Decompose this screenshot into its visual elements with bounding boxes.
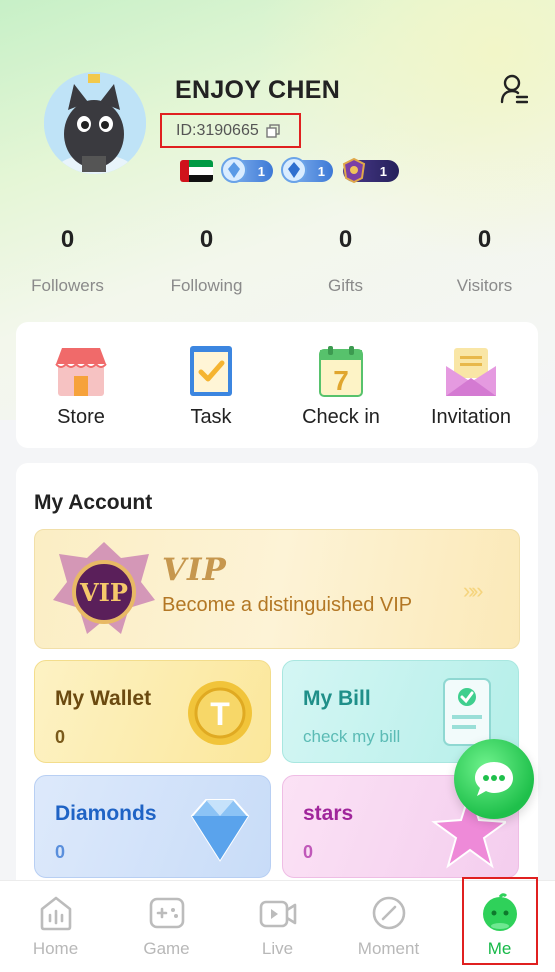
- quick-action-check-in[interactable]: 7 Check in: [276, 322, 406, 448]
- tab-label: Moment: [357, 939, 420, 958]
- task-icon: [190, 346, 232, 396]
- tile-title: Diamonds: [55, 802, 157, 825]
- vip-banner[interactable]: VIP VIP Become a distinguished VIP »»: [34, 529, 520, 649]
- gold-coin-icon: T: [188, 681, 252, 745]
- level-badge-value: 1: [257, 163, 265, 179]
- svg-text:T: T: [210, 696, 230, 732]
- tab-moment[interactable]: Moment: [333, 881, 444, 972]
- selection-highlight: [462, 877, 538, 965]
- vip-badge-text: VIP: [79, 578, 128, 607]
- copy-icon[interactable]: [266, 123, 280, 138]
- avatar[interactable]: [44, 72, 146, 174]
- tile-value: 0: [55, 842, 66, 862]
- level-badge-value: 1: [317, 163, 325, 179]
- stat-value: 0: [199, 226, 214, 253]
- stat-visitors[interactable]: 0 Visitors: [415, 226, 554, 296]
- quick-action-label: Check in: [302, 406, 380, 428]
- chat-button[interactable]: [454, 739, 534, 819]
- tab-label: Home: [32, 939, 79, 958]
- stat-label: Followers: [31, 276, 104, 295]
- stat-value: 0: [338, 226, 353, 253]
- compass-icon: [372, 896, 405, 930]
- chat-bubble-icon: [475, 762, 513, 796]
- tile-value: 0: [55, 727, 66, 747]
- tile-value: 0: [303, 842, 314, 862]
- my-wallet-tile[interactable]: My Wallet 0 T: [34, 660, 271, 763]
- user-id-box[interactable]: ID:3190665: [160, 113, 301, 148]
- envelope-icon: [446, 348, 496, 396]
- video-camera-icon: [259, 900, 296, 928]
- quick-actions-card: Store Task 7 Check in Invitation: [16, 322, 538, 448]
- vip-subtitle: Become a distinguished VIP: [162, 594, 413, 616]
- stat-label: Gifts: [328, 276, 363, 295]
- blue-gem-badge-icon: [221, 157, 247, 183]
- store-icon: [55, 348, 107, 396]
- vip-title: VIP: [162, 552, 227, 588]
- user-name: ENJOY CHEN: [175, 76, 341, 104]
- quick-action-label: Invitation: [430, 406, 512, 428]
- tab-label: Game: [143, 939, 190, 958]
- black-cat-avatar-icon: [44, 72, 146, 174]
- tab-live[interactable]: Live: [222, 881, 333, 972]
- uae-flag-icon: [180, 160, 213, 182]
- tab-label: Live: [261, 939, 294, 958]
- stat-label: Following: [170, 276, 243, 295]
- blue-gem-badge-icon: [281, 157, 307, 183]
- quick-action-label: Store: [57, 406, 105, 428]
- stat-followers[interactable]: 0 Followers: [0, 226, 137, 296]
- section-title: My Account: [34, 491, 153, 514]
- vip-emblem-icon: VIP: [53, 542, 155, 634]
- stat-label: Visitors: [456, 276, 513, 295]
- purple-crest-badge-icon: [342, 157, 366, 184]
- stats-row: 0 Followers 0 Following 0 Gifts 0 Visito…: [0, 226, 555, 296]
- level-badge: 1: [342, 157, 399, 184]
- tile-subtitle: check my bill: [303, 727, 401, 746]
- quick-action-invitation[interactable]: Invitation: [406, 322, 536, 448]
- quick-action-store[interactable]: Store: [16, 322, 146, 448]
- chevrons-right-icon: »»: [463, 578, 484, 603]
- calendar-icon: 7: [319, 346, 363, 397]
- stat-following[interactable]: 0 Following: [137, 226, 276, 296]
- quick-action-task[interactable]: Task: [146, 322, 276, 448]
- tile-title: My Bill: [303, 687, 371, 710]
- home-icon: [40, 896, 71, 931]
- stat-value: 0: [477, 226, 492, 253]
- diamond-icon: [190, 799, 250, 862]
- level-badge: 1: [221, 157, 273, 183]
- gamepad-icon: [149, 897, 184, 929]
- tile-title: stars: [303, 802, 354, 825]
- stat-gifts[interactable]: 0 Gifts: [276, 226, 415, 296]
- tab-home[interactable]: Home: [0, 881, 111, 972]
- tab-game[interactable]: Game: [111, 881, 222, 972]
- edit-profile-icon[interactable]: [500, 73, 529, 105]
- level-badge-value: 1: [379, 163, 387, 179]
- svg-text:7: 7: [333, 365, 349, 396]
- level-badge: 1: [281, 157, 333, 183]
- my-account-card: My Account VIP VIP Become a distinguishe…: [16, 463, 538, 903]
- diamonds-tile[interactable]: Diamonds 0: [34, 775, 271, 878]
- tile-title: My Wallet: [55, 687, 152, 710]
- stat-value: 0: [60, 226, 75, 253]
- quick-action-label: Task: [190, 406, 232, 428]
- badge-row: 1 1 1: [180, 157, 399, 184]
- user-id-text: ID:3190665: [176, 121, 259, 139]
